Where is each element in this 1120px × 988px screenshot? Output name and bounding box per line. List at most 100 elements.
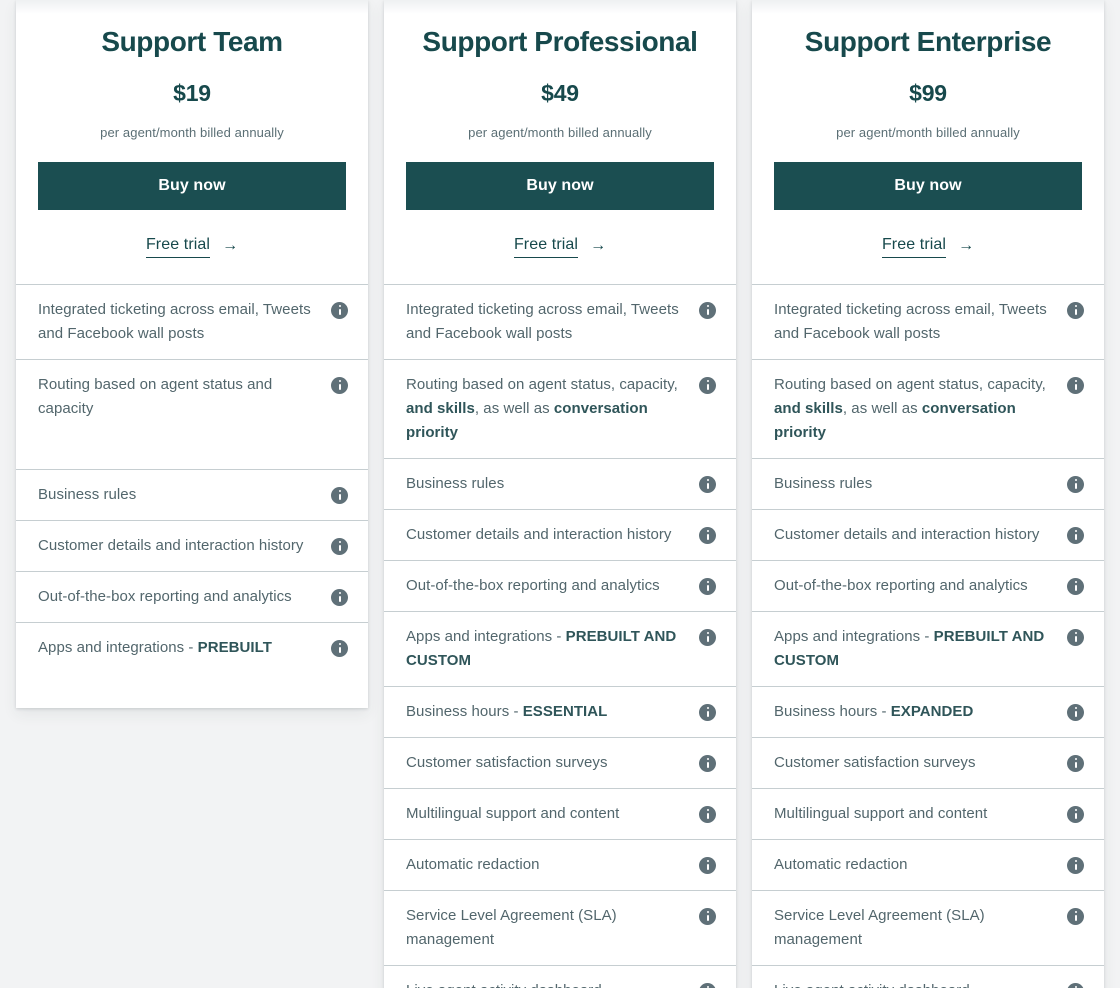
plan-card-support-team: Support Team $19 per agent/month billed an… [16,0,368,708]
feature-row: Customer satisfaction surveys [752,738,1104,789]
info-icon[interactable] [699,908,716,925]
free-trial-label: Free trial [513,236,579,258]
free-trial-link[interactable]: Free trial → [774,236,1082,258]
feature-row: Live agent activity dashboard - VIEWABLE [384,966,736,988]
feature-row: Business rules [384,459,736,510]
feature-label: Service Level Agreement (SLA) management [774,907,985,948]
info-icon[interactable] [699,806,716,823]
plan-title: Support Enterprise [804,26,1052,57]
info-icon[interactable] [1067,578,1084,595]
feature-row: Service Level Agreement (SLA) management [384,891,736,966]
info-icon[interactable] [699,476,716,493]
plan-billing-note: per agent/month billed annually [100,125,284,140]
feature-row: Apps and integrations - PREBUILT AND CUS… [384,612,736,687]
info-icon[interactable] [331,487,348,504]
info-icon[interactable] [699,578,716,595]
pricing-plan-columns: Support Team $19 per agent/month billed an… [0,0,1120,988]
feature-label: Routing based on agent status and capaci… [38,376,273,417]
feature-row: Integrated ticketing across email, Tweet… [16,285,368,360]
feature-list: Integrated ticketing across email, Tweet… [752,284,1104,988]
info-icon[interactable] [699,629,716,646]
info-icon[interactable] [699,857,716,874]
buy-now-button[interactable]: Buy now [406,162,714,210]
feature-label: Business rules [406,475,505,492]
info-icon[interactable] [699,755,716,772]
feature-row: Customer details and interaction history [752,510,1104,561]
feature-row: Routing based on agent status, capacity,… [384,360,736,459]
plan-header: Support Professional $49 per agent/month b… [384,0,736,284]
arrow-right-icon: → [958,236,975,254]
feature-list: Integrated ticketing across email, Tweet… [16,284,368,708]
feature-label: Automatic redaction [774,856,908,873]
feature-row: Out-of-the-box reporting and analytics [384,561,736,612]
plan-billing-note: per agent/month billed annually [468,125,652,140]
info-icon[interactable] [331,589,348,606]
info-icon[interactable] [331,538,348,555]
info-icon[interactable] [1067,983,1084,988]
feature-label: Integrated ticketing across email, Tweet… [406,301,679,342]
plan-card-support-enterprise: Support Enterprise $99 per agent/month bil… [752,0,1104,988]
info-icon[interactable] [699,983,716,988]
info-icon[interactable] [331,377,348,394]
feature-label: Customer details and interaction history [38,537,304,554]
feature-label: Routing based on agent status, capacity,… [406,376,678,441]
feature-label: Business rules [38,486,137,503]
buy-now-button[interactable]: Buy now [774,162,1082,210]
info-icon[interactable] [699,377,716,394]
feature-row: Business rules [752,459,1104,510]
feature-row: Automatic redaction [752,840,1104,891]
feature-label: Customer details and interaction history [406,526,672,543]
feature-row: Customer satisfaction surveys [384,738,736,789]
info-icon[interactable] [1067,857,1084,874]
plan-card-support-professional: Support Professional $49 per agent/month b… [384,0,736,988]
feature-row: Integrated ticketing across email, Tweet… [752,285,1104,360]
info-icon[interactable] [699,302,716,319]
info-icon[interactable] [1067,806,1084,823]
feature-label: Business rules [774,475,873,492]
feature-row: Business hours - EXPANDED [752,687,1104,738]
info-icon[interactable] [1067,908,1084,925]
feature-label: Apps and integrations - PREBUILT AND CUS… [774,628,1045,669]
feature-row: Integrated ticketing across email, Tweet… [384,285,736,360]
feature-label: Multilingual support and content [774,805,988,822]
plan-title: Support Professional [422,26,698,57]
info-icon[interactable] [1067,377,1084,394]
arrow-right-icon: → [590,236,607,254]
info-icon[interactable] [1067,476,1084,493]
feature-row: Customer details and interaction history [16,521,368,572]
feature-label: Out-of-the-box reporting and analytics [406,577,660,594]
free-trial-label: Free trial [145,236,211,258]
info-icon[interactable] [699,704,716,721]
free-trial-link[interactable]: Free trial → [406,236,714,258]
plan-billing-note: per agent/month billed annually [836,125,1020,140]
buy-now-button[interactable]: Buy now [38,162,346,210]
plan-price: $19 [173,80,211,106]
feature-label: Customer satisfaction surveys [406,754,608,771]
info-icon[interactable] [1067,629,1084,646]
plan-title: Support Team [101,26,283,57]
feature-label: Service Level Agreement (SLA) management [406,907,617,948]
info-icon[interactable] [699,527,716,544]
info-icon[interactable] [1067,527,1084,544]
plan-price: $99 [909,80,947,106]
info-icon[interactable] [1067,755,1084,772]
feature-row: Customer details and interaction history [384,510,736,561]
feature-row: Business hours - ESSENTIAL [384,687,736,738]
feature-row: Business rules [16,470,368,521]
feature-label: Customer details and interaction history [774,526,1040,543]
feature-label: Integrated ticketing across email, Tweet… [38,301,311,342]
feature-label: Routing based on agent status, capacity,… [774,376,1046,441]
feature-label: Out-of-the-box reporting and analytics [774,577,1028,594]
feature-row: Routing based on agent status and capaci… [16,360,368,470]
free-trial-link[interactable]: Free trial → [38,236,346,258]
feature-row: Service Level Agreement (SLA) management [752,891,1104,966]
info-icon[interactable] [331,302,348,319]
info-icon[interactable] [331,640,348,657]
info-icon[interactable] [1067,302,1084,319]
feature-label: Business hours - ESSENTIAL [406,703,608,720]
feature-label: Apps and integrations - PREBUILT [38,639,272,656]
feature-row: Routing based on agent status, capacity,… [752,360,1104,459]
feature-label: Integrated ticketing across email, Tweet… [774,301,1047,342]
info-icon[interactable] [1067,704,1084,721]
feature-row: Apps and integrations - PREBUILT [16,623,368,708]
